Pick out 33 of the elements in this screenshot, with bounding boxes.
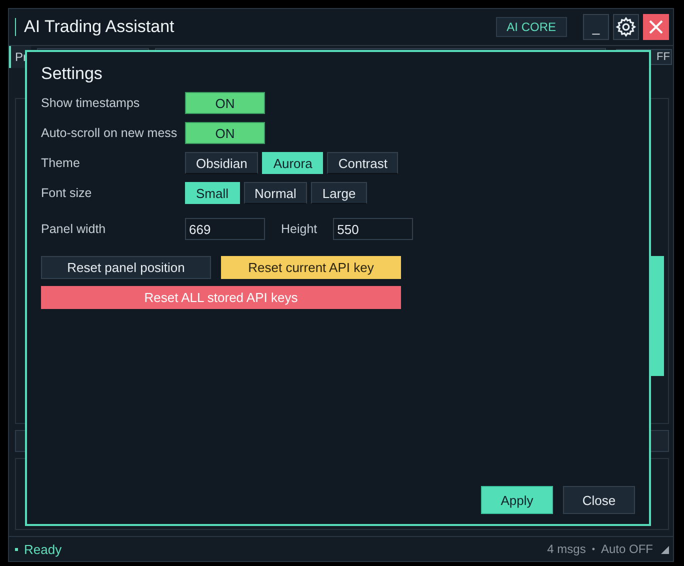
close-dialog-button[interactable]: Close (563, 486, 635, 514)
resize-grip-icon[interactable] (659, 544, 669, 554)
option-button[interactable]: Contrast (327, 152, 398, 174)
status-badge: AI CORE (496, 17, 567, 37)
setting-label: Theme (41, 156, 81, 170)
toggle-button[interactable]: ON (185, 92, 265, 114)
option-button[interactable]: Aurora (262, 152, 324, 174)
toggle-button[interactable]: ON (185, 122, 265, 144)
apply-button[interactable]: Apply (481, 486, 553, 514)
status-text: Ready (24, 542, 62, 556)
close-icon (649, 20, 663, 34)
reset-button[interactable]: Reset panel position (41, 256, 211, 279)
width-field[interactable]: 669 (185, 218, 265, 240)
message-count: 4 msgs (547, 542, 586, 556)
scrollbar-thumb[interactable] (650, 256, 664, 376)
minimize-button[interactable]: _ (583, 14, 609, 40)
separator-dot: • (592, 544, 595, 554)
option-button[interactable]: Normal (244, 182, 308, 204)
setting-label: Show timestamps (41, 96, 141, 110)
setting-label: Auto-scroll on new mess (41, 126, 178, 140)
setting-label: Font size (41, 186, 93, 200)
setting-label: Height (281, 222, 318, 236)
option-button[interactable]: Large (311, 182, 367, 204)
dialog-title: Settings (41, 64, 104, 84)
option-button[interactable]: Obsidian (185, 152, 258, 174)
height-field[interactable]: 550 (333, 218, 414, 240)
setting-label: Panel width (41, 222, 107, 236)
option-button[interactable]: Small (185, 182, 240, 204)
window-title: AI Trading Assistant (24, 17, 174, 37)
settings-icon (615, 16, 637, 38)
reset-button[interactable]: Reset current API key (221, 256, 401, 279)
auto-status: Auto OFF (600, 542, 653, 556)
settings-button[interactable] (613, 14, 639, 40)
